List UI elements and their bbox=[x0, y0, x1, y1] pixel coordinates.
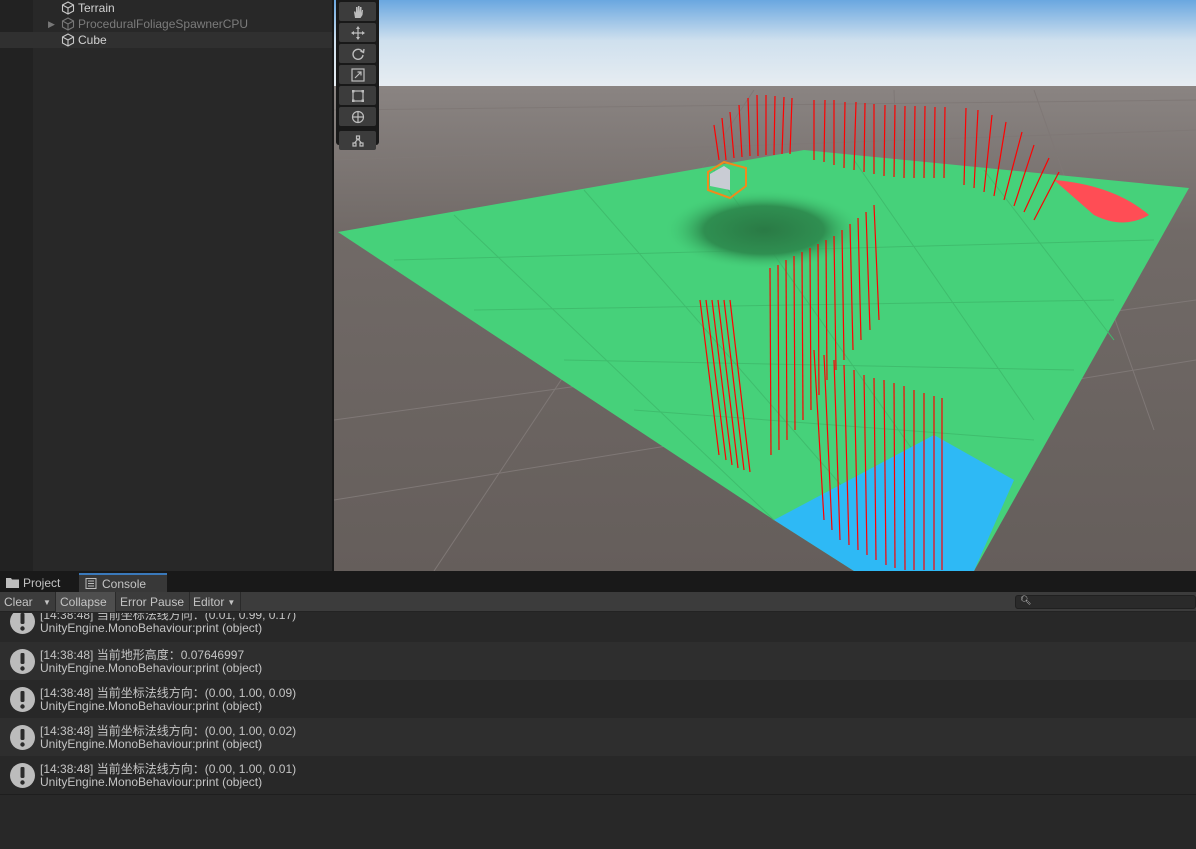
log-entry[interactable]: [14:38:48] 当前地形高度：0.07646997 UnityEngine… bbox=[0, 642, 1196, 680]
rotate-tool-button[interactable] bbox=[339, 44, 376, 63]
console-search-input[interactable]: 🔍︎ bbox=[1015, 595, 1196, 609]
sky bbox=[334, 0, 1196, 90]
cube-icon bbox=[61, 33, 75, 47]
rect-tool-button[interactable] bbox=[339, 86, 376, 105]
hand-tool-button[interactable] bbox=[339, 2, 376, 21]
chevron-down-icon: ▼ bbox=[227, 597, 236, 607]
tab-label: Project bbox=[23, 575, 61, 590]
list-end-divider bbox=[0, 794, 1196, 795]
error-pause-toggle[interactable]: Error Pause bbox=[116, 592, 189, 612]
hierarchy-item-label: Cube bbox=[78, 33, 107, 47]
hierarchy-item-terrain[interactable]: Terrain bbox=[0, 0, 333, 16]
log-stacktrace: UnityEngine.MonoBehaviour:print (object) bbox=[40, 737, 263, 751]
warning-icon bbox=[10, 649, 35, 674]
transform-icon bbox=[351, 110, 364, 123]
hand-icon bbox=[353, 5, 363, 18]
hierarchy-item-cube[interactable]: Cube bbox=[0, 32, 333, 48]
custom-tool-button[interactable] bbox=[339, 131, 376, 150]
cube-icon bbox=[61, 1, 75, 15]
log-entry[interactable]: [14:38:48] 当前坐标法线方向：(0.00, 1.00, 0.02) U… bbox=[0, 718, 1196, 756]
log-entry[interactable]: [14:38:48] 当前坐标法线方向：(0.00, 1.00, 0.09) U… bbox=[0, 680, 1196, 718]
scene-tool-palette bbox=[336, 0, 379, 150]
move-icon bbox=[350, 25, 365, 40]
log-entry[interactable]: [14:38:48] 当前坐标法线方向：(0.00, 1.00, 0.01) U… bbox=[0, 756, 1196, 794]
log-stacktrace: UnityEngine.MonoBehaviour:print (object) bbox=[40, 775, 263, 789]
clear-button-label: Clear bbox=[4, 595, 33, 609]
editor-dropdown[interactable]: Editor ▼ bbox=[189, 592, 240, 612]
collapse-toggle[interactable]: Collapse bbox=[56, 592, 115, 612]
warning-icon bbox=[10, 763, 35, 788]
scene-view[interactable] bbox=[334, 0, 1196, 571]
custom-tool-icon bbox=[351, 134, 364, 147]
collapse-label: Collapse bbox=[60, 595, 107, 609]
tab-console[interactable]: Console bbox=[79, 573, 167, 592]
tab-project[interactable]: Project bbox=[0, 573, 78, 592]
console-toolbar: Clear ▼ Collapse Error Pause Editor ▼ 🔍︎ bbox=[0, 592, 1196, 612]
transform-tool-button[interactable] bbox=[339, 107, 376, 126]
search-icon: 🔍︎ bbox=[1020, 595, 1032, 605]
hierarchy-item-label: Terrain bbox=[78, 1, 115, 15]
log-entry[interactable]: [14:38:48] 当前坐标法线方向：(0.01, 0.99, 0.17) U… bbox=[0, 613, 1196, 640]
log-stacktrace: UnityEngine.MonoBehaviour:print (object) bbox=[40, 699, 263, 713]
toolbar-divider bbox=[240, 592, 241, 612]
console-icon bbox=[85, 578, 97, 589]
expand-arrow-icon[interactable]: ▶ bbox=[48, 19, 55, 30]
scale-tool-button[interactable] bbox=[339, 65, 376, 84]
hierarchy-item-label: ProceduralFoliageSpawnerCPU bbox=[78, 17, 249, 31]
cube-icon bbox=[61, 17, 75, 31]
rect-icon bbox=[351, 89, 364, 102]
scene-render[interactable] bbox=[334, 0, 1196, 571]
folder-icon bbox=[6, 578, 19, 588]
warning-icon bbox=[10, 687, 35, 712]
move-tool-button[interactable] bbox=[339, 23, 376, 42]
error-pause-label: Error Pause bbox=[120, 595, 185, 609]
clear-options-dropdown[interactable]: ▼ bbox=[37, 592, 55, 612]
tab-label: Console bbox=[102, 576, 147, 591]
hierarchy-gutter bbox=[0, 0, 33, 571]
scale-icon bbox=[350, 67, 365, 82]
rotate-icon bbox=[351, 48, 365, 60]
hierarchy-item-procedural-foliage-spawner[interactable]: ▶ ProceduralFoliageSpawnerCPU bbox=[0, 16, 333, 32]
chevron-down-icon: ▼ bbox=[43, 597, 51, 607]
warning-icon bbox=[10, 613, 35, 634]
warning-icon bbox=[10, 725, 35, 750]
clear-button[interactable]: Clear bbox=[0, 592, 37, 612]
editor-dropdown-label: Editor bbox=[193, 595, 225, 609]
hierarchy-panel: Terrain ▶ ProceduralFoliageSpawnerCPU Cu… bbox=[0, 0, 333, 571]
bottom-tab-bar: Project Console bbox=[0, 571, 1196, 592]
log-stacktrace: UnityEngine.MonoBehaviour:print (object) bbox=[40, 661, 263, 675]
log-stacktrace: UnityEngine.MonoBehaviour:print (object) bbox=[40, 621, 263, 635]
console-log-list[interactable]: [14:38:48] 当前坐标法线方向：(0.01, 0.99, 0.17) U… bbox=[0, 613, 1196, 849]
